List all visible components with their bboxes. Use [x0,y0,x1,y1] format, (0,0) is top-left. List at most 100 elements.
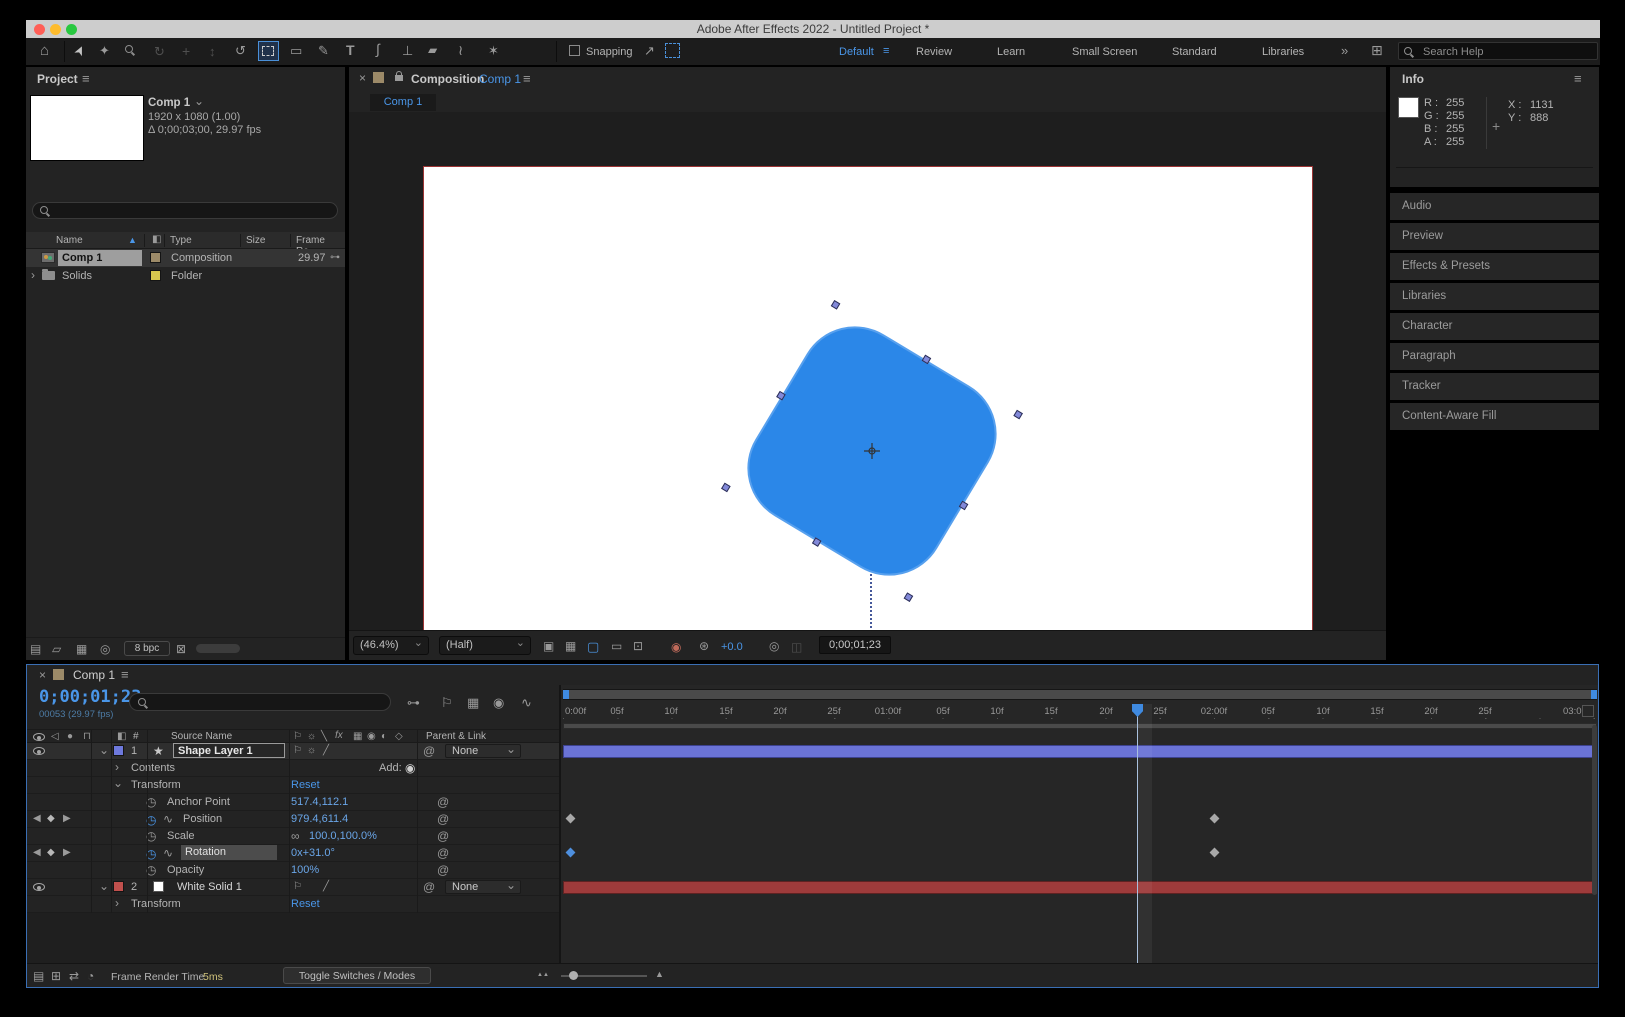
mask-visibility-icon[interactable]: ▢ [587,639,599,655]
manage-workspaces-icon[interactable]: ⊞ [1371,43,1383,57]
timeline-menu-icon[interactable]: ≡ [121,668,129,681]
prev-keyframe-icon[interactable]: ◀ [33,814,41,824]
timeline-track-area[interactable]: 0:00f 05f 10f 15f 20f 25f 01:00f 05f 10f… [559,685,1598,963]
pan-behind-anchor-tool[interactable] [258,41,279,61]
composition-panel-comp-name[interactable]: Comp 1 [479,72,521,86]
project-search-input[interactable] [32,202,338,219]
expand-switches-pane-icon[interactable]: ▤ [33,970,44,982]
panel-columns-icon[interactable]: ▤ [30,643,41,655]
prop-row-opacity[interactable]: ◷ Opacity 100% @ [27,862,559,878]
comp-viewport[interactable] [349,112,1386,630]
property-pickwhip-icon[interactable]: @ [437,847,449,859]
layer-expand-icon[interactable]: ⌄ [99,880,109,892]
property-pickwhip-icon[interactable]: @ [437,830,449,842]
prop-row-transform-solid[interactable]: › Transform Reset [27,896,559,912]
new-folder-icon[interactable]: ▱ [52,643,61,655]
contents-label[interactable]: Contents [131,762,175,774]
graph-toggle-icon[interactable]: ∿ [163,813,173,825]
help-search-input[interactable]: Search Help [1398,42,1598,60]
column-name[interactable]: Name [56,235,83,246]
panel-close-icon[interactable]: × [39,669,46,681]
show-snapshot-icon[interactable]: ◫ [791,640,802,654]
workspace-libraries[interactable]: Libraries [1262,46,1304,58]
workspace-default[interactable]: Default [839,46,874,58]
layer-shy-switch[interactable]: ⚐ [293,882,302,892]
sidebar-item-libraries[interactable]: Libraries [1390,283,1599,310]
sidebar-item-tracker[interactable]: Tracker [1390,373,1599,400]
layer-row-shape[interactable]: ⌄ 1 ★ Shape Layer 1 ⚐ ☼ ╱ @ None ⌄ [27,743,559,759]
layer-name-box[interactable]: Shape Layer 1 [173,743,285,758]
layer-color-swatch[interactable] [113,745,124,756]
comp-marker-bin[interactable] [1582,705,1594,717]
toggle-switches-modes-button[interactable]: Toggle Switches / Modes [283,967,431,984]
transform-expand-icon[interactable]: ⌄ [113,777,123,789]
workspace-review[interactable]: Review [916,46,952,58]
composition-mini-flowchart-icon[interactable]: ⊶ [407,696,420,709]
snap-box-icon[interactable] [665,43,680,58]
column-source-name[interactable]: Source Name [171,731,232,742]
position-label[interactable]: Position [183,813,222,825]
position-value[interactable]: 979.4,611.4 [291,813,348,825]
column-type[interactable]: Type [170,235,192,246]
threed-column-icon[interactable]: ◇ [395,732,403,742]
preview-timecode-box[interactable]: 0;00;01;23 [819,636,891,654]
solo-column-icon[interactable]: ● [67,732,73,742]
column-number[interactable]: # [133,731,139,742]
sidebar-item-character[interactable]: Character [1390,313,1599,340]
roto-brush-tool[interactable]: ≀ [458,43,463,57]
transform-reset-link[interactable]: Reset [291,779,320,791]
interpret-footage-icon[interactable]: ◎ [100,643,110,655]
pan-camera-tool[interactable]: + [182,43,190,59]
expand-inout-pane-icon[interactable]: ⇄ [69,970,79,982]
brush-tool[interactable]: ∫ [376,42,380,56]
time-ruler[interactable]: 0:00f 05f 10f 15f 20f 25f 01:00f 05f 10f… [561,704,1600,719]
work-area-bar[interactable] [563,723,1597,729]
workspace-learn[interactable]: Learn [997,46,1025,58]
constrain-link-icon[interactable]: ∞ [291,830,300,842]
transform-expand-icon[interactable]: › [115,897,119,909]
column-parent-link[interactable]: Parent & Link [426,731,486,742]
opacity-label[interactable]: Opacity [167,864,204,876]
shape-tool[interactable]: ▭ [290,44,302,57]
workspace-overflow-icon[interactable]: » [1341,44,1348,57]
zoom-out-mountain-icon[interactable]: ▲▲ [537,972,549,978]
keyframe-rotation-end[interactable] [1210,848,1220,858]
label-swatch-yellow[interactable] [150,270,161,281]
prop-row-scale[interactable]: ◷ Scale ∞ 100.0,100.0% @ [27,828,559,844]
eraser-tool[interactable]: ▰ [428,44,437,56]
next-keyframe-icon[interactable]: ▶ [63,814,71,824]
timeline-zoom-scrollbar[interactable] [563,689,1597,700]
project-panel-menu-icon[interactable]: ≡ [82,72,90,85]
column-size[interactable]: Size [246,235,265,246]
layer-expand-icon[interactable]: ⌄ [99,744,109,756]
transform-label[interactable]: Transform [131,898,181,910]
timeline-search-input[interactable] [129,693,391,711]
type-tool[interactable]: T [346,43,355,57]
rotation-value[interactable]: 0x+31.0° [291,847,335,859]
pen-tool[interactable]: ✎ [318,44,329,57]
puppet-pin-tool[interactable]: ✶ [488,44,499,57]
shy-toggle-icon[interactable]: ⚐ [441,696,453,709]
project-comp-name[interactable]: Comp 1 [148,97,190,109]
layer-row-solid[interactable]: ⌄ 2 White Solid 1 ⚐ ╱ @ None ⌄ [27,879,559,895]
snapshot-camera-icon[interactable]: ◎ [769,640,779,652]
crop-icon[interactable]: ⊡ [633,640,643,652]
project-row-solids[interactable]: › Solids Folder [26,267,345,285]
frame-blend-column-icon[interactable]: ▦ [353,732,362,742]
layer-color-swatch[interactable] [113,881,124,892]
fast-previews-icon[interactable]: ▣ [543,640,554,652]
prop-row-rotation[interactable]: ◀ ◆ ▶ ◷ ∿ Rotation 0x+31.0° @ [27,845,559,861]
add-keyframe-icon[interactable]: ◆ [47,848,55,858]
adjustment-column-icon[interactable]: ◐ [381,732,387,742]
prop-row-anchor[interactable]: ◷ Anchor Point 517.4,112.1 @ [27,794,559,810]
project-row-comp1[interactable]: Comp 1 Composition 29.97 ⊶ [26,249,345,267]
home-tool[interactable]: ⌂ [40,43,49,58]
sidebar-item-audio[interactable]: Audio [1390,193,1599,220]
exposure-reset-icon[interactable]: ⊛ [699,640,709,652]
project-comp-dropdown-icon[interactable]: ⌄ [194,95,204,107]
project-row-name-cell[interactable]: Comp 1 [58,250,142,266]
sidebar-item-content-aware-fill[interactable]: Content-Aware Fill [1390,403,1599,430]
resolution-dropdown[interactable]: (Half) ⌄ [439,636,531,655]
keyframe-position-end[interactable] [1210,814,1220,824]
layer-name[interactable]: White Solid 1 [177,881,242,893]
